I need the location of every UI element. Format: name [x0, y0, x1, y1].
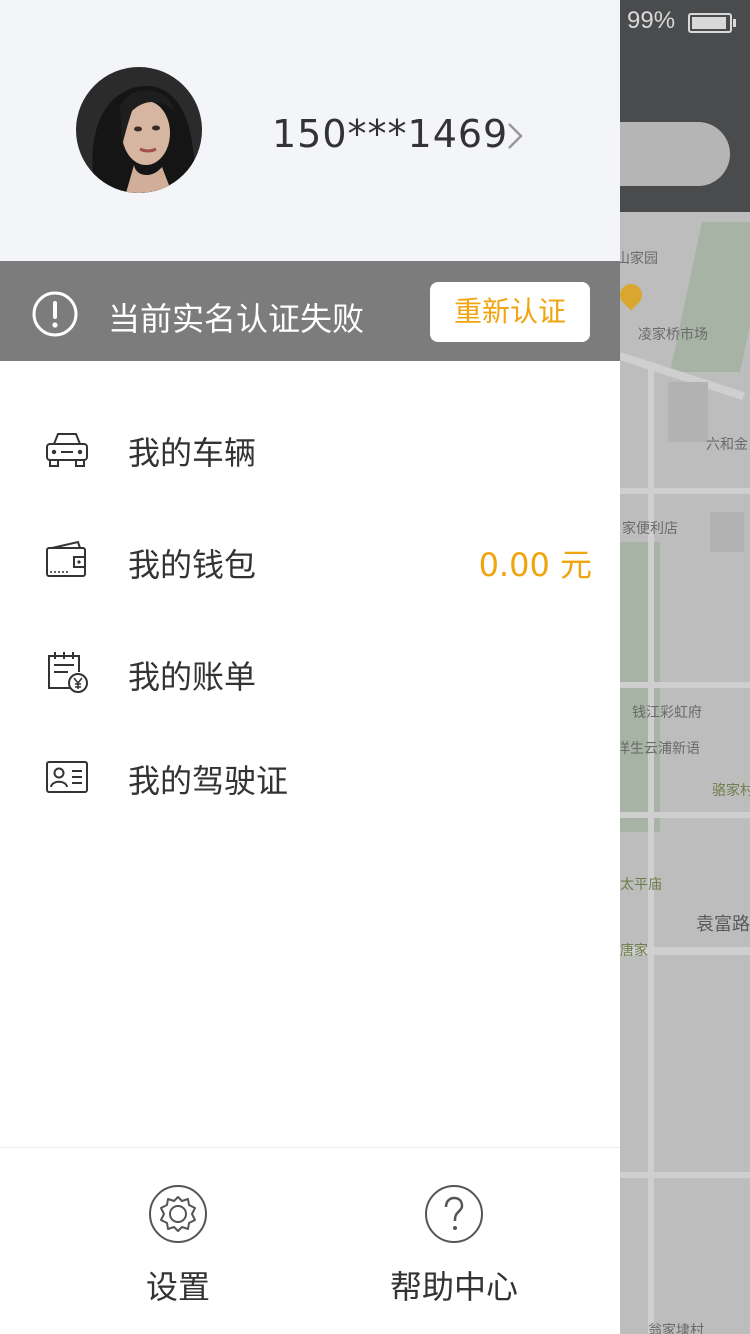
user-phone[interactable]: 150***1469 [272, 112, 508, 156]
map-label: 山家园 [620, 251, 658, 267]
side-drawer: 150***1469 当前实名认证失败 重新认证 我的车辆 我的钱包 0.00 … [0, 0, 620, 1334]
reauthenticate-button[interactable]: 重新认证 [430, 282, 590, 342]
map-label: 洋生云浦新语 [620, 741, 700, 757]
help-center-label: 帮助中心 [389, 1268, 518, 1306]
settings-button[interactable]: 设置 [78, 1184, 278, 1306]
settings-label: 设置 [145, 1268, 210, 1306]
menu-item-label: 我的驾驶证 [128, 762, 289, 800]
help-center-button[interactable]: 帮助中心 [354, 1184, 554, 1306]
wallet-icon [46, 540, 86, 577]
map-label: 凌家桥市场 [638, 327, 708, 343]
chevron-right-icon[interactable] [505, 122, 527, 150]
car-icon [46, 433, 88, 467]
wallet-balance: 0.00 元 [478, 546, 592, 584]
menu-item-my-bills[interactable]: 我的账单 [0, 628, 620, 718]
avatar[interactable] [76, 67, 202, 193]
auth-failure-message: 当前实名认证失败 [108, 300, 365, 338]
map-label: 太平庙 [620, 877, 662, 893]
footer-divider [0, 1147, 620, 1148]
menu-item-my-vehicle[interactable]: 我的车辆 [0, 404, 620, 494]
map-label: 家便利店 [622, 521, 678, 537]
map-view[interactable]: 山家园 凌家桥市场 六和金 家便利店 钱江彩虹府 洋生云浦新语 骆家村 太平庙 … [620, 212, 750, 1334]
map-label: 骆家村 [712, 783, 750, 799]
gear-icon [149, 1185, 207, 1243]
map-label: 翁家埭村 [648, 1323, 704, 1334]
menu-item-label: 我的账单 [128, 658, 257, 696]
map-pin-icon[interactable] [620, 279, 647, 311]
menu-item-my-wallet[interactable]: 我的钱包 0.00 元 [0, 516, 620, 606]
profile-header[interactable]: 150***1469 [0, 0, 620, 261]
battery-tip [733, 19, 736, 27]
question-icon [425, 1185, 483, 1243]
battery-percent: 99% [627, 7, 676, 34]
alert-icon [32, 291, 78, 337]
menu-item-label: 我的车辆 [128, 434, 257, 472]
license-icon [46, 761, 88, 793]
map-label: 唐家 [620, 943, 648, 959]
battery-icon [688, 13, 732, 33]
menu-item-my-license[interactable]: 我的驾驶证 [0, 732, 620, 822]
bill-icon [48, 652, 88, 693]
map-label: 六和金 [706, 437, 748, 453]
map-label: 钱江彩虹府 [632, 705, 702, 721]
map-label: 袁富路 [696, 914, 750, 935]
menu-item-label: 我的钱包 [128, 546, 257, 584]
